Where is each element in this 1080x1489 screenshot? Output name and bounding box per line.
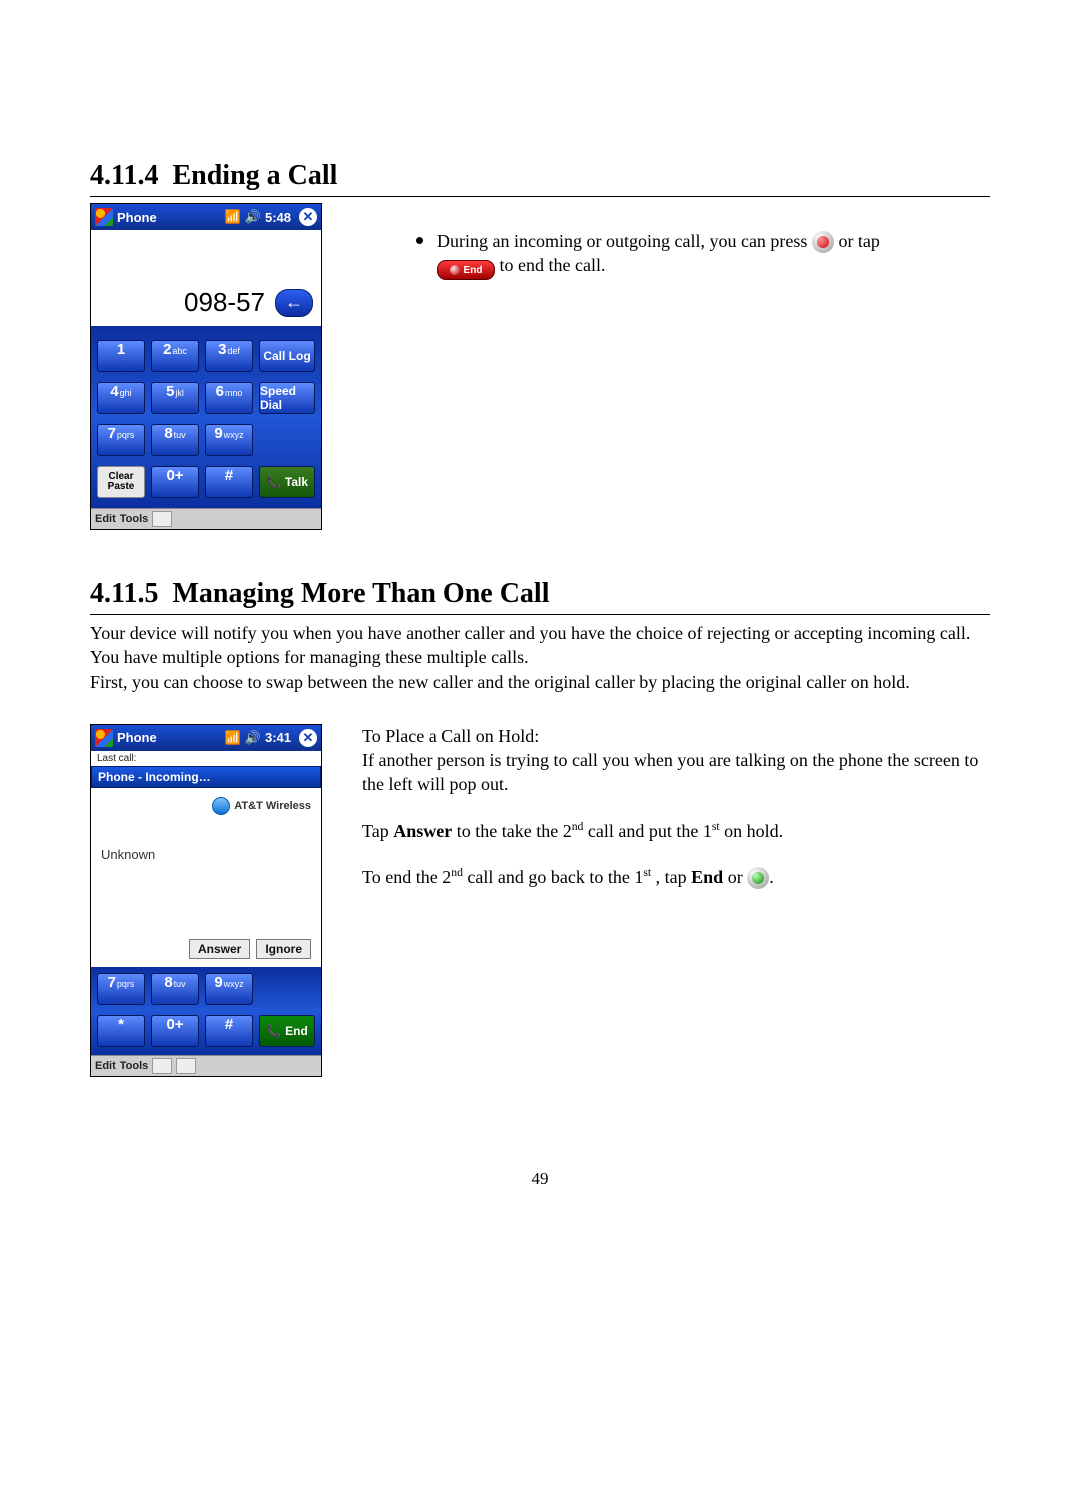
clock-text: 5:48 — [265, 210, 291, 225]
ppc-menubar: Edit Tools — [91, 508, 321, 529]
bold-term: Answer — [393, 821, 452, 841]
keyboard-toggle-icon[interactable] — [152, 1058, 172, 1074]
menu-tools[interactable]: Tools — [120, 513, 149, 525]
menu-tools[interactable]: Tools — [120, 1060, 149, 1072]
key-0[interactable]: 0+ — [151, 1015, 199, 1047]
end-pill-icon: End — [437, 260, 495, 280]
key-6[interactable]: 6mno — [205, 382, 253, 414]
key-5[interactable]: 5jkl — [151, 382, 199, 414]
hardware-end-button-icon — [812, 231, 834, 253]
last-call-label: Last call: — [91, 751, 321, 766]
windows-flag-icon — [95, 208, 113, 226]
key-7[interactable]: 7pqrs — [97, 973, 145, 1005]
globe-icon — [212, 797, 230, 815]
ppc-titlebar: Phone 📶 🔊 3:41 ✕ — [91, 725, 321, 751]
talk-button[interactable]: 📞 Talk — [259, 466, 315, 498]
section-number: 4.11.5 — [90, 578, 158, 609]
backspace-button[interactable]: ← — [275, 289, 313, 317]
dial-display: 098-57 ← — [91, 230, 321, 326]
managing-instructions: To Place a Call on Hold: If another pers… — [362, 724, 990, 889]
key-star[interactable]: * — [97, 1015, 145, 1047]
key-hash[interactable]: # — [205, 1015, 253, 1047]
text: or tap — [838, 231, 879, 251]
speed-dial-button[interactable]: Speed Dial — [259, 382, 315, 414]
section-number: 4.11.4 — [90, 160, 158, 191]
menu-edit[interactable]: Edit — [95, 513, 116, 525]
dialed-number: 098-57 — [184, 287, 265, 318]
section-title-text: Ending a Call — [172, 160, 337, 191]
signal-icon: 📶 — [225, 730, 241, 746]
ppc-app-title: Phone — [117, 730, 157, 745]
key-8[interactable]: 8tuv — [151, 424, 199, 456]
end-button[interactable]: 📞 End — [259, 1015, 315, 1047]
paragraph: If another person is trying to call you … — [362, 748, 990, 797]
screenshot-incoming: Phone 📶 🔊 3:41 ✕ Last call: Phone - Inco… — [90, 724, 322, 1077]
paragraph: First, you can choose to swap between th… — [90, 670, 990, 694]
section-heading-ending: 4.11.4 Ending a Call — [90, 160, 990, 197]
key-4[interactable]: 4ghi — [97, 382, 145, 414]
paragraph: Tap Answer to the take the 2nd call and … — [362, 819, 990, 843]
paragraph: Your device will notify you when you hav… — [90, 621, 990, 670]
close-icon[interactable]: ✕ — [299, 729, 317, 747]
key-1[interactable]: 1 — [97, 340, 145, 372]
call-log-button[interactable]: Call Log — [259, 340, 315, 372]
section-title-text: Managing More Than One Call — [172, 578, 549, 609]
key-3[interactable]: 3def — [205, 340, 253, 372]
clear-paste-button[interactable]: ClearPaste — [97, 466, 145, 498]
key-0[interactable]: 0+ — [151, 466, 199, 498]
managing-intro: Your device will notify you when you hav… — [90, 621, 990, 694]
paragraph: To end the 2nd call and go back to the 1… — [362, 865, 990, 889]
screenshot-dialpad: Phone 📶 🔊 5:48 ✕ 098-57 ← 1 2abc 3def Ca — [90, 203, 322, 530]
close-icon[interactable]: ✕ — [299, 208, 317, 226]
ppc-titlebar: Phone 📶 🔊 5:48 ✕ — [91, 204, 321, 230]
keypad: 1 2abc 3def Call Log 4ghi 5jkl 6mno Spee… — [91, 326, 321, 508]
keypad-partial: 7pqrs 8tuv 9wxyz * 0+ # 📞 End — [91, 967, 321, 1055]
ppc-menubar: Edit Tools — [91, 1055, 321, 1076]
text: to end the call. — [500, 255, 606, 275]
key-hash[interactable]: # — [205, 466, 253, 498]
caller-id: Unknown — [101, 847, 155, 862]
key-2[interactable]: 2abc — [151, 340, 199, 372]
ignore-button[interactable]: Ignore — [256, 939, 311, 959]
incoming-banner: Phone - Incoming… — [91, 766, 321, 788]
text: During an incoming or outgoing call, you… — [437, 231, 812, 251]
answer-button[interactable]: Answer — [189, 939, 250, 959]
carrier-label: AT&T Wireless — [212, 797, 311, 815]
hardware-talk-button-icon — [747, 867, 769, 889]
sip-toggle-icon[interactable] — [176, 1058, 196, 1074]
key-9[interactable]: 9wxyz — [205, 424, 253, 456]
signal-icon: 📶 — [225, 209, 241, 225]
key-8[interactable]: 8tuv — [151, 973, 199, 1005]
bold-term: End — [691, 867, 723, 887]
ppc-app-title: Phone — [117, 210, 157, 225]
ending-call-text: During an incoming or outgoing call, you… — [392, 203, 990, 280]
section-heading-managing: 4.11.5 Managing More Than One Call — [90, 578, 990, 615]
key-7[interactable]: 7pqrs — [97, 424, 145, 456]
windows-flag-icon — [95, 729, 113, 747]
subheading: To Place a Call on Hold: — [362, 724, 990, 748]
keyboard-toggle-icon[interactable] — [152, 511, 172, 527]
volume-icon: 🔊 — [245, 209, 261, 225]
volume-icon: 🔊 — [245, 730, 261, 746]
key-9[interactable]: 9wxyz — [205, 973, 253, 1005]
page-number: 49 — [0, 1169, 1080, 1189]
bullet-icon — [416, 237, 423, 244]
menu-edit[interactable]: Edit — [95, 1060, 116, 1072]
clock-text: 3:41 — [265, 730, 291, 745]
